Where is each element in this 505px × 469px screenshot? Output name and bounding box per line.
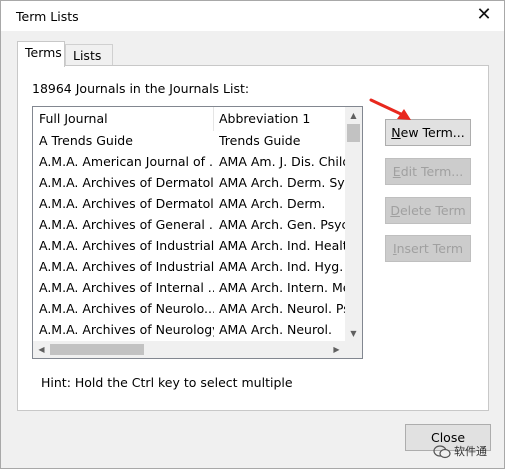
title-bar: Term Lists ✕	[1, 1, 504, 31]
scrollbar-corner	[345, 341, 362, 358]
term-lists-dialog: Term Lists ✕ Terms Lists 18964 Journals …	[0, 0, 505, 469]
cell-abbreviation: AMA Arch. Intern. Me	[219, 280, 345, 295]
close-icon[interactable]: ✕	[474, 5, 494, 25]
delete-term-button[interactable]: Delete Term	[385, 197, 471, 224]
cell-full-journal: A.M.A. Archives of Neurolo...	[39, 301, 214, 316]
scroll-up-arrow-icon[interactable]: ▲	[345, 107, 362, 124]
new-term-button[interactable]: New Term...	[385, 119, 471, 146]
cell-full-journal: A.M.A. Archives of Industrial...	[39, 238, 214, 253]
cell-abbreviation: AMA Arch. Neurol. Ps	[219, 301, 345, 316]
delete-term-label: elete Term	[399, 203, 466, 218]
cell-abbreviation: Trends Guide	[219, 133, 301, 148]
cell-abbreviation: AMA Am. J. Dis. Child	[219, 154, 345, 169]
cell-full-journal: A.M.A. Archives of Dermatol...	[39, 175, 214, 190]
journals-list[interactable]: Full Journal Abbreviation 1 A Trends Gui…	[32, 106, 363, 359]
column-header-full-journal[interactable]: Full Journal	[39, 108, 214, 129]
table-row[interactable]: A.M.A. Archives of Dermatol... AMA Arch.…	[33, 172, 345, 193]
scroll-left-arrow-icon[interactable]: ◀	[33, 341, 50, 358]
cell-full-journal: A.M.A. American Journal of ...	[39, 154, 214, 169]
edit-term-label: dit Term...	[400, 164, 464, 179]
table-row[interactable]: A.M.A. Archives of Neurology AMA Arch. N…	[33, 319, 345, 340]
watermark: 软件通	[433, 443, 487, 461]
annotation-arrow-icon	[369, 98, 411, 120]
wechat-icon	[433, 445, 451, 459]
cell-abbreviation: AMA Arch. Ind. Hyg. C	[219, 259, 345, 274]
edit-term-accel: E	[392, 164, 401, 179]
table-row[interactable]: A.M.A. Archives of Industrial... AMA Arc…	[33, 256, 345, 277]
table-row[interactable]: A.M.A. Archives of Neurolo... AMA Arch. …	[33, 298, 345, 319]
horizontal-scrollbar[interactable]: ◀ ▶	[33, 341, 345, 358]
table-row[interactable]: A.M.A. American Journal of ... AMA Am. J…	[33, 151, 345, 172]
journals-count-label: 18964 Journals in the Journals List:	[32, 81, 250, 96]
table-row[interactable]: A Trends Guide Trends Guide	[33, 130, 345, 151]
table-row[interactable]: A.M.A. Archives of Internal ... AMA Arch…	[33, 277, 345, 298]
table-row[interactable]: A.M.A. Archives of Dermatol... AMA Arch.…	[33, 193, 345, 214]
cell-abbreviation: AMA Arch. Derm.	[219, 196, 326, 211]
vertical-scrollbar[interactable]: ▲ ▼	[345, 107, 362, 342]
watermark-text: 软件通	[454, 445, 487, 458]
cell-full-journal: A.M.A. Archives of Internal ...	[39, 280, 214, 295]
new-term-accel: N	[391, 125, 401, 140]
column-divider[interactable]	[213, 107, 214, 131]
tab-lists[interactable]: Lists	[65, 44, 113, 66]
table-header: Full Journal Abbreviation 1	[33, 108, 345, 129]
delete-term-accel: D	[390, 203, 400, 218]
table-row[interactable]: A.M.A. Archives of Industrial... AMA Arc…	[33, 235, 345, 256]
scroll-down-arrow-icon[interactable]: ▼	[345, 325, 362, 342]
selection-hint: Hint: Hold the Ctrl key to select multip…	[41, 375, 293, 390]
insert-term-label: nsert Term	[396, 241, 464, 256]
scroll-right-arrow-icon[interactable]: ▶	[328, 341, 345, 358]
window-title: Term Lists	[16, 9, 79, 24]
new-term-label: ew Term...	[400, 125, 465, 140]
cell-abbreviation: AMA Arch. Ind. Health	[219, 238, 345, 253]
cell-abbreviation: AMA Arch. Gen. Psych	[219, 217, 345, 232]
tab-terms[interactable]: Terms	[17, 41, 65, 67]
cell-full-journal: A.M.A. Archives of General ...	[39, 217, 214, 232]
cell-full-journal: A.M.A. Archives of Dermatol...	[39, 196, 214, 211]
cell-full-journal: A Trends Guide	[39, 133, 133, 148]
edit-term-button[interactable]: Edit Term...	[385, 158, 471, 185]
cell-full-journal: A.M.A. Archives of Industrial...	[39, 259, 214, 274]
insert-term-button[interactable]: Insert Term	[385, 235, 471, 262]
cell-abbreviation: AMA Arch. Neurol.	[219, 322, 332, 337]
table-row[interactable]: A.M.A. Archives of General ... AMA Arch.…	[33, 214, 345, 235]
cell-abbreviation: AMA Arch. Derm. Syp	[219, 175, 345, 190]
cell-full-journal: A.M.A. Archives of Neurology	[39, 322, 214, 337]
horizontal-scroll-thumb[interactable]	[50, 344, 144, 355]
column-header-abbreviation-1[interactable]: Abbreviation 1	[219, 108, 345, 129]
vertical-scroll-thumb[interactable]	[347, 124, 360, 142]
